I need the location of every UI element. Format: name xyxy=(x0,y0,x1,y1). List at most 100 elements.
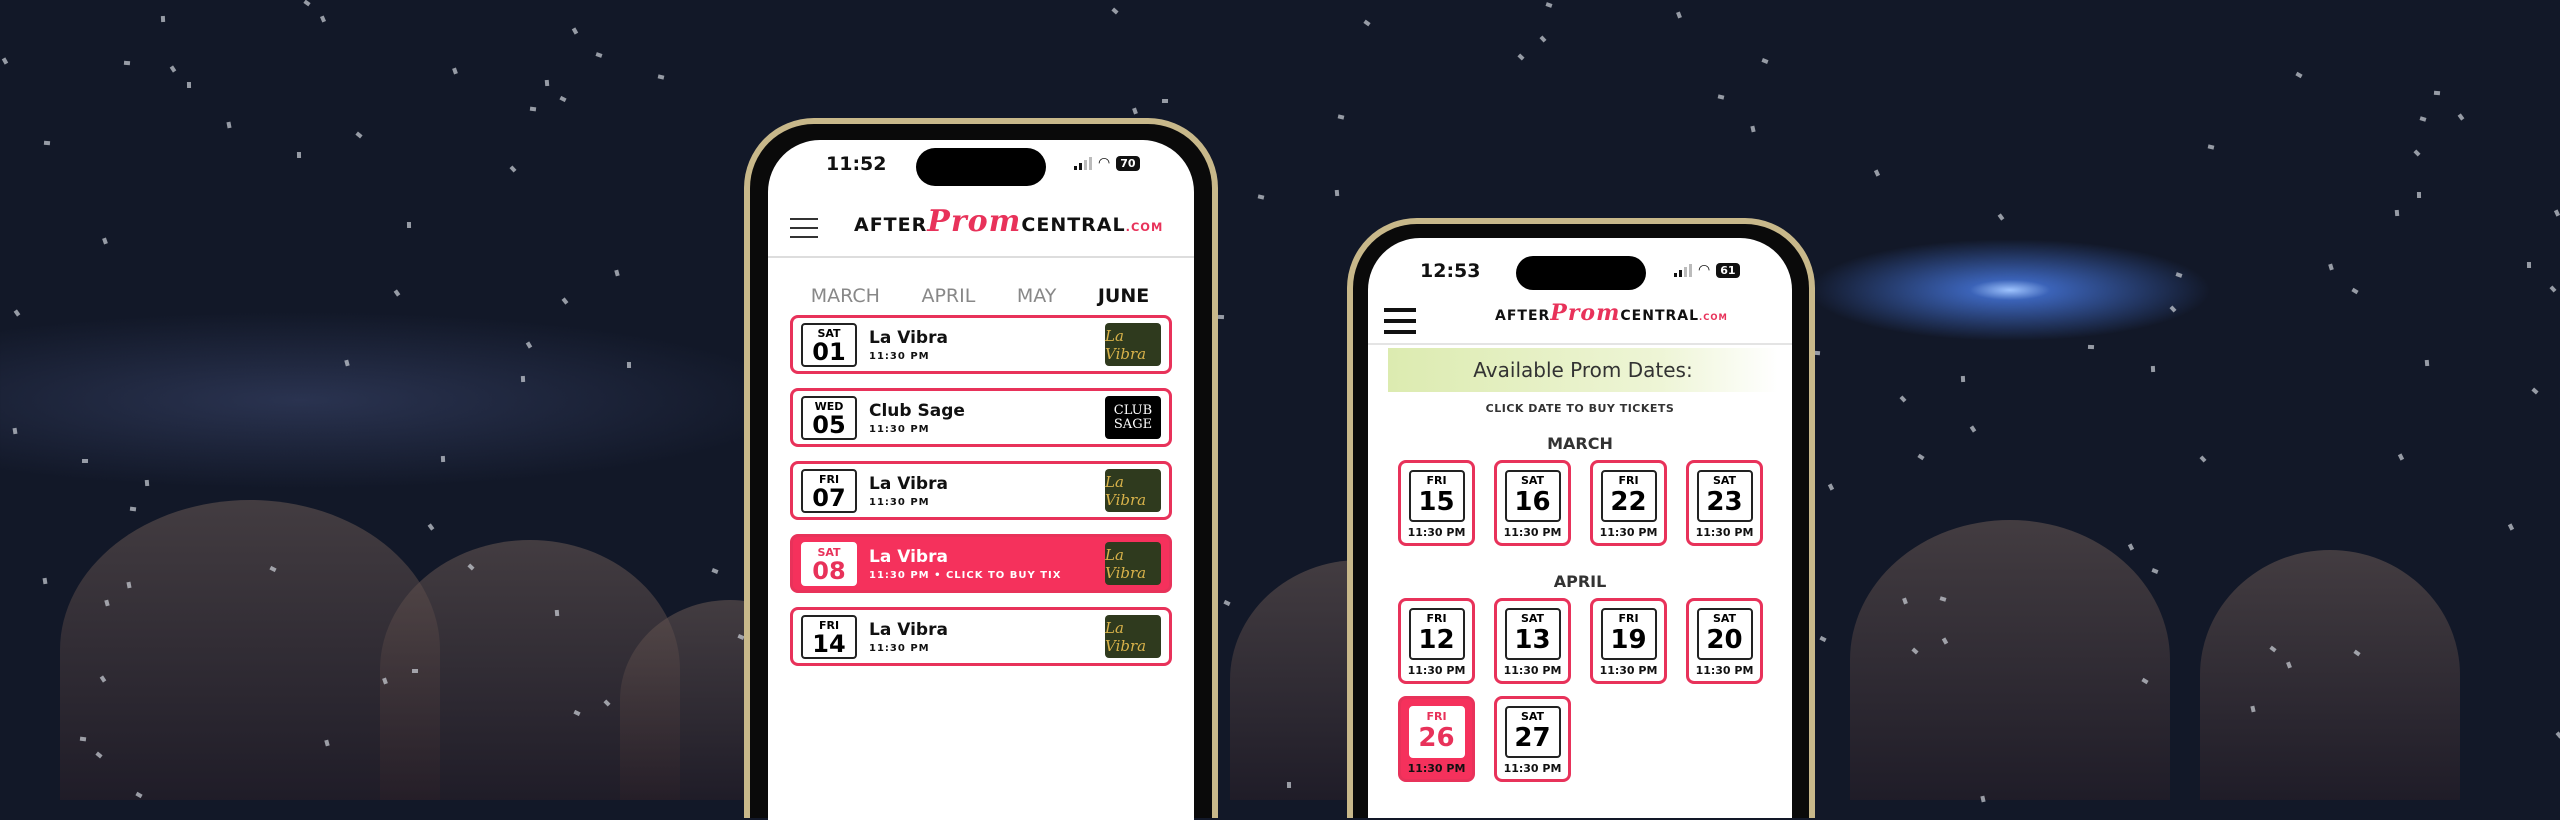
event-card[interactable]: SAT 08 La Vibra 11:30 PM • CLICK TO BUY TIX… xyxy=(790,534,1172,593)
confetti-piece xyxy=(1539,35,1547,43)
confetti-piece xyxy=(2526,261,2532,269)
confetti-piece xyxy=(355,131,363,139)
date-card[interactable]: FRI 26 11:30 PM xyxy=(1398,696,1475,782)
confetti-piece xyxy=(1750,125,1756,133)
date-number: 27 xyxy=(1514,723,1551,753)
confetti-piece xyxy=(2328,263,2334,271)
click-date-subtitle: CLICK DATE TO BUY TICKETS xyxy=(1485,402,1675,415)
confetti-piece xyxy=(2433,90,2441,96)
date-card[interactable]: SAT 27 11:30 PM xyxy=(1494,696,1571,782)
header-divider xyxy=(768,256,1194,258)
date-card[interactable]: FRI 19 11:30 PM xyxy=(1590,598,1667,684)
confetti-piece xyxy=(2150,365,2156,373)
battery-icon: 61 xyxy=(1716,262,1740,278)
event-card[interactable]: WED 05 Club Sage 11:30 PM CLUB SAGE xyxy=(790,388,1172,447)
logo-prom: Prom xyxy=(927,204,1022,239)
status-icons: ◠ 70 xyxy=(1074,155,1140,171)
date-card[interactable]: FRI 15 11:30 PM xyxy=(1398,460,1475,546)
hamburger-menu-icon[interactable] xyxy=(790,218,818,245)
site-logo[interactable]: AFTERPromCENTRAL.COM xyxy=(854,204,1163,239)
confetti-piece xyxy=(509,165,517,173)
logo-com: .COM xyxy=(1125,220,1164,234)
date-card[interactable]: SAT 13 11:30 PM xyxy=(1494,598,1571,684)
confetti-piece xyxy=(43,140,51,146)
available-dates-banner: Available Prom Dates: xyxy=(1388,348,1778,392)
confetti-piece xyxy=(79,736,87,742)
event-info: La Vibra 11:30 PM xyxy=(869,328,1105,362)
venue-logo: CLUB SAGE xyxy=(1105,396,1161,439)
confetti-piece xyxy=(1223,599,1231,607)
date-number: 01 xyxy=(812,337,846,366)
date-badge: SAT 23 xyxy=(1696,470,1753,522)
month-heading: MARCH xyxy=(1547,434,1613,453)
date-badge: WED 05 xyxy=(801,395,857,440)
confetti-piece xyxy=(1917,453,1925,461)
event-info: La Vibra 11:30 PM xyxy=(869,474,1105,508)
confetti-piece xyxy=(2169,305,2177,313)
date-number: 08 xyxy=(812,556,846,585)
event-time: 11:30 PM xyxy=(869,496,930,508)
confetti-piece xyxy=(1517,53,1525,61)
confetti-piece xyxy=(1899,395,1907,403)
event-info: La Vibra 11:30 PM • CLICK TO BUY TIX xyxy=(869,547,1105,581)
venue-logo: La Vibra xyxy=(1105,615,1161,658)
date-day: FRI xyxy=(1426,474,1447,487)
phone-right: 12:53 ◠ 61 AFTERPromCENTRAL.COM Availabl… xyxy=(1347,218,1815,818)
date-day: SAT xyxy=(1520,710,1545,723)
confetti-piece xyxy=(1827,483,1835,491)
confetti-piece xyxy=(2416,191,2422,199)
event-venue: La Vibra xyxy=(869,619,948,640)
signal-icon xyxy=(1674,263,1692,277)
confetti-piece xyxy=(126,581,132,589)
confetti-piece xyxy=(2351,287,2359,295)
confetti-piece xyxy=(123,60,131,66)
date-card[interactable]: SAT 20 11:30 PM xyxy=(1686,598,1763,684)
date-card[interactable]: FRI 22 11:30 PM xyxy=(1590,460,1667,546)
confetti-piece xyxy=(2413,149,2421,157)
status-time: 12:53 xyxy=(1420,260,1481,282)
event-info: Club Sage 11:30 PM xyxy=(869,401,1105,435)
date-badge: FRI 26 xyxy=(1408,706,1465,758)
confetti-piece xyxy=(1960,375,1966,383)
confetti-piece xyxy=(1545,2,1553,8)
dynamic-island xyxy=(916,148,1046,186)
confetti-piece xyxy=(102,237,108,245)
event-card[interactable]: FRI 14 La Vibra 11:30 PM La Vibra xyxy=(790,607,1172,666)
confetti-piece xyxy=(529,106,537,112)
confetti-piece xyxy=(303,0,311,7)
confetti-piece xyxy=(626,361,632,369)
date-card[interactable]: SAT 16 11:30 PM xyxy=(1494,460,1571,546)
confetti-piece xyxy=(2457,113,2465,121)
confetti-piece xyxy=(2199,455,2207,463)
date-day: FRI xyxy=(1618,474,1639,487)
event-card[interactable]: SAT 01 La Vibra 11:30 PM La Vibra xyxy=(790,315,1172,374)
date-number: 12 xyxy=(1418,625,1455,655)
date-badge: SAT 20 xyxy=(1696,608,1753,660)
confetti-piece xyxy=(160,15,166,23)
date-time: 11:30 PM xyxy=(1503,762,1562,775)
confetti-piece xyxy=(1761,58,1769,64)
date-time: 11:30 PM xyxy=(1695,664,1754,677)
event-card[interactable]: FRI 07 La Vibra 11:30 PM La Vibra xyxy=(790,461,1172,520)
date-badge: SAT 16 xyxy=(1504,470,1561,522)
status-time: 11:52 xyxy=(826,153,887,175)
venue-logo: La Vibra xyxy=(1105,469,1161,512)
date-day: FRI xyxy=(1618,612,1639,625)
confetti-piece xyxy=(1717,94,1725,100)
confetti-piece xyxy=(1257,194,1265,200)
date-day: SAT xyxy=(1520,474,1545,487)
confetti-piece xyxy=(406,221,412,229)
confetti-piece xyxy=(1217,314,1225,320)
date-number: 14 xyxy=(812,629,846,658)
date-card[interactable]: FRI 12 11:30 PM xyxy=(1398,598,1475,684)
confetti-piece xyxy=(296,151,302,159)
site-logo[interactable]: AFTERPromCENTRAL.COM xyxy=(1495,300,1728,326)
date-card[interactable]: SAT 23 11:30 PM xyxy=(1686,460,1763,546)
confetti-piece xyxy=(711,568,719,574)
confetti-piece xyxy=(571,27,579,35)
date-badge: SAT 08 xyxy=(801,541,857,586)
hamburger-menu-icon[interactable] xyxy=(1384,308,1416,341)
date-time: 11:30 PM xyxy=(1407,762,1466,775)
date-number: 19 xyxy=(1610,625,1647,655)
date-time: 11:30 PM xyxy=(1599,526,1658,539)
